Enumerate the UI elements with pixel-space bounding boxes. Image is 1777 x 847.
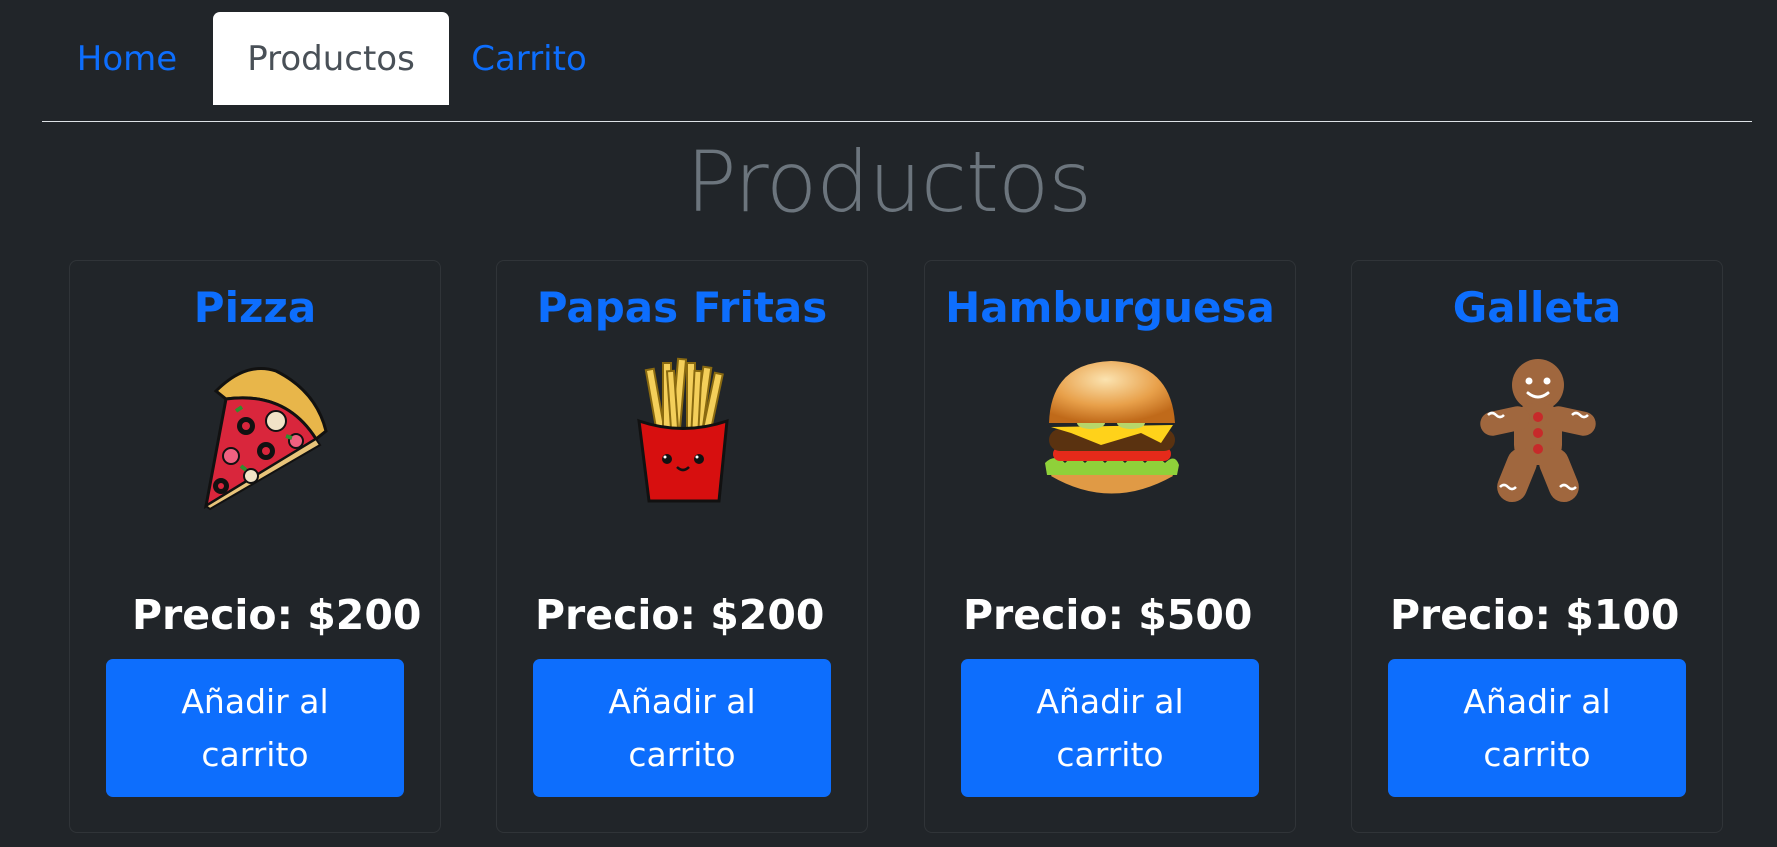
product-grid: Pizza Precio: $200 Añadir al carrito Pap… [0,0,1777,847]
product-card-papas-fritas: Papas Fritas Precio: $200 Añadir al carr… [496,260,868,833]
product-name: Pizza [193,283,317,332]
product-price: Precio: $200 [535,591,825,639]
product-price: Precio: $100 [1390,591,1680,639]
fries-icon [603,351,763,511]
product-name: Galleta [1452,283,1622,332]
product-price: Precio: $500 [963,591,1253,639]
product-card-hamburguesa: Hamburguesa Precio: $500 Añadir al carri… [924,260,1296,833]
product-name: Hamburguesa [945,283,1275,332]
add-to-cart-button[interactable]: Añadir al carrito [1388,659,1686,797]
add-to-cart-button[interactable]: Añadir al carrito [533,659,831,797]
add-to-cart-button[interactable]: Añadir al carrito [961,659,1259,797]
add-to-cart-button[interactable]: Añadir al carrito [106,659,404,797]
product-name: Papas Fritas [536,283,828,332]
product-card-galleta: Galleta Precio: $100 Añadir al carrito [1351,260,1723,833]
product-card-pizza: Pizza Precio: $200 Añadir al carrito [69,260,441,833]
burger-icon [1031,351,1191,511]
gingerbread-icon [1458,351,1618,511]
pizza-icon [176,351,336,511]
product-price: Precio: $200 [132,591,422,639]
